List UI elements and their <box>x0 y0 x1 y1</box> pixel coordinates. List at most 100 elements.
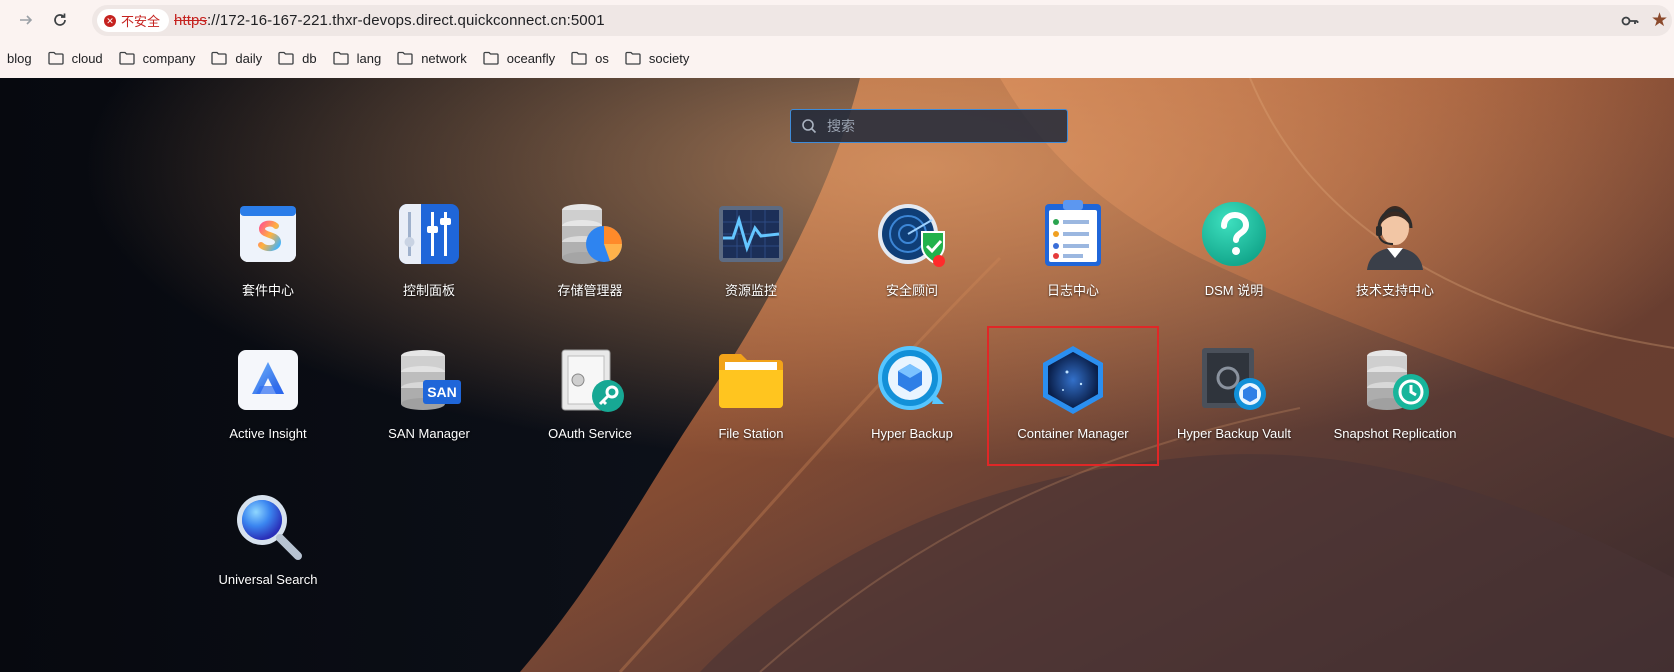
reload-icon <box>54 13 66 26</box>
app-label: 套件中心 <box>241 283 294 298</box>
forward-button[interactable] <box>14 8 38 32</box>
app-label: Hyper Backup <box>871 426 953 441</box>
folder-icon <box>119 51 135 65</box>
folder-icon <box>332 51 349 65</box>
app-label: Active Insight <box>229 426 307 441</box>
oauth-service-icon <box>554 344 626 416</box>
bookmark-label: os <box>595 50 609 66</box>
search-icon <box>802 119 817 134</box>
app-label: 控制面板 <box>402 283 455 298</box>
app-label: 安全顾问 <box>885 283 938 298</box>
app-label: 日志中心 <box>1046 283 1099 298</box>
app-label: 存储管理器 <box>557 283 623 298</box>
app-label: 技术支持中心 <box>1355 283 1434 298</box>
universal-search-icon <box>232 490 304 562</box>
bookmark-label: oceanfly <box>506 50 556 66</box>
security-label: 不安全 <box>121 14 161 29</box>
dsm-main-menu: 套件中心 控制面板 存储管理器 资源监控 安全顾问 日志中心 DSM 说明 技术支持中心 Act… <box>0 78 1674 672</box>
bookmark-company[interactable]: company <box>119 50 196 66</box>
app-san-manager[interactable]: SAN SAN Manager <box>343 326 515 466</box>
bookmark-society[interactable]: society <box>625 51 689 66</box>
arrow-right-icon <box>20 15 33 25</box>
app-security-advisor[interactable]: 安全顾问 <box>826 180 998 320</box>
browser-chrome: ✕ 不安全 https://172-16-167-221.thxr-devops… <box>0 0 1674 78</box>
app-support-center[interactable]: 技术支持中心 <box>1309 180 1481 320</box>
address-bar[interactable]: ✕ 不安全 https://172-16-167-221.thxr-devops… <box>92 5 1672 36</box>
container-manager-icon <box>1037 344 1109 416</box>
bookmark-network[interactable]: network <box>397 51 467 66</box>
folder-icon <box>571 51 587 65</box>
warning-icon: ✕ <box>104 14 116 27</box>
folder-icon <box>625 51 641 65</box>
folder-icon <box>47 51 64 65</box>
storage-manager-icon <box>554 198 626 270</box>
search-box[interactable] <box>790 109 1068 143</box>
resource-monitor-icon <box>715 198 787 270</box>
bookmark-db[interactable]: db <box>278 51 317 66</box>
reload-button[interactable] <box>48 8 72 32</box>
app-control-panel[interactable]: 控制面板 <box>343 180 515 320</box>
security-advisor-icon <box>876 198 948 270</box>
log-center-icon <box>1037 198 1109 270</box>
snapshot-replication-icon <box>1359 344 1431 416</box>
dsm-help-icon <box>1198 198 1270 270</box>
hyper-backup-icon <box>876 344 948 416</box>
bookmark-label: network <box>421 50 467 66</box>
app-resource-monitor[interactable]: 资源监控 <box>665 180 837 320</box>
app-label: Snapshot Replication <box>1333 426 1457 441</box>
hyper-backup-vault-icon <box>1198 344 1270 416</box>
app-snapshot-replication[interactable]: Snapshot Replication <box>1309 326 1481 466</box>
url-host: ://172-16-167-221.thxr-devops.direct.qui… <box>207 12 605 29</box>
bookmark-label: company <box>142 50 196 66</box>
app-container-manager[interactable]: Container Manager <box>987 326 1159 466</box>
bookmark-label: daily <box>235 50 263 66</box>
app-hyper-backup[interactable]: Hyper Backup <box>826 326 998 466</box>
app-label: 资源监控 <box>724 283 777 298</box>
bookmark-label: blog <box>7 50 32 66</box>
app-label: Hyper Backup Vault <box>1177 426 1291 441</box>
browser-toolbar: ✕ 不安全 https://172-16-167-221.thxr-devops… <box>0 0 1674 40</box>
url-text[interactable]: https://172-16-167-221.thxr-devops.direc… <box>174 12 605 29</box>
app-label: DSM 说明 <box>1204 283 1264 298</box>
bookmark-label: cloud <box>71 50 103 66</box>
app-package-center[interactable]: 套件中心 <box>182 180 354 320</box>
app-label: File Station <box>718 426 784 441</box>
bookmark-oceanfly[interactable]: oceanfly <box>483 51 555 66</box>
folder-icon <box>397 51 413 65</box>
active-insight-icon <box>232 344 304 416</box>
svg-text:SAN: SAN <box>427 384 457 400</box>
folder-icon <box>278 51 294 65</box>
folder-icon <box>211 51 228 65</box>
app-hyper-backup-vault[interactable]: Hyper Backup Vault <box>1148 326 1320 466</box>
search-input[interactable] <box>825 117 1059 135</box>
bookmark-star-icon[interactable]: ★ <box>1651 9 1668 32</box>
app-dsm-help[interactable]: DSM 说明 <box>1148 180 1320 320</box>
bookmark-blog[interactable]: blog <box>7 51 32 66</box>
san-manager-icon: SAN <box>393 344 465 416</box>
app-log-center[interactable]: 日志中心 <box>987 180 1159 320</box>
bookmark-label: lang <box>356 50 382 66</box>
control-panel-icon <box>393 198 465 270</box>
bookmark-label: society <box>648 50 690 66</box>
app-label: OAuth Service <box>548 426 632 441</box>
bookmarks-bar: blog cloud company daily db lang network oceanf… <box>0 44 1674 72</box>
app-label: SAN Manager <box>388 426 470 441</box>
app-oauth-service[interactable]: OAuth Service <box>504 326 676 466</box>
file-station-icon <box>715 344 787 416</box>
support-center-icon <box>1359 198 1431 270</box>
app-label: Container Manager <box>1017 426 1129 441</box>
bookmark-daily[interactable]: daily <box>211 51 262 66</box>
app-label: Universal Search <box>218 572 318 587</box>
package-center-icon <box>232 198 304 270</box>
app-universal-search[interactable]: Universal Search <box>182 472 354 612</box>
bookmark-cloud[interactable]: cloud <box>47 50 103 66</box>
bookmark-os[interactable]: os <box>571 51 609 66</box>
folder-icon <box>483 51 499 65</box>
app-file-station[interactable]: File Station <box>665 326 837 466</box>
app-storage-manager[interactable]: 存储管理器 <box>504 180 676 320</box>
security-chip[interactable]: ✕ 不安全 <box>97 9 170 32</box>
app-active-insight[interactable]: Active Insight <box>182 326 354 466</box>
url-protocol: https <box>174 12 208 29</box>
bookmark-lang[interactable]: lang <box>332 50 382 66</box>
key-icon[interactable] <box>1620 11 1640 31</box>
